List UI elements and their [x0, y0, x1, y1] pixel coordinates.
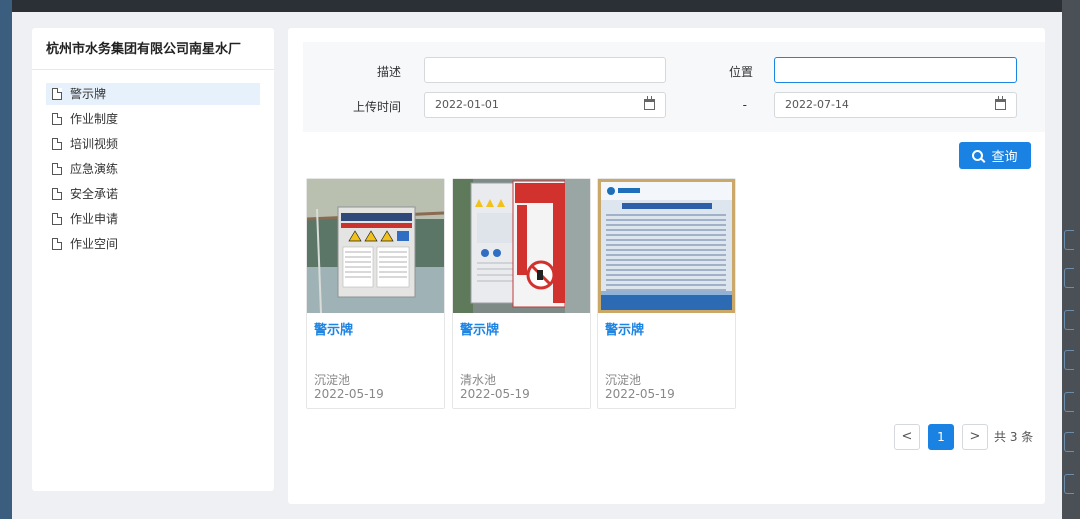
calendar-icon — [995, 96, 1006, 110]
start-date-value: 2022-01-01 — [435, 98, 499, 111]
prev-page-button[interactable]: < — [894, 424, 920, 450]
tree-item-training-videos[interactable]: 培训视频 — [46, 133, 260, 155]
upload-time-label: 上传时间 — [352, 100, 401, 114]
document-icon — [52, 88, 62, 100]
tree-item-label: 安全承诺 — [70, 187, 119, 201]
photo-card[interactable]: 警示牌 沉淀池 2022-05-19 — [306, 178, 445, 409]
background-control — [1064, 230, 1074, 250]
total-count: 共 3 条 — [994, 430, 1034, 444]
sidebar-title: 杭州市水务集团有限公司南星水厂 — [32, 28, 274, 70]
start-date-picker[interactable]: 2022-01-01 — [424, 92, 666, 118]
modal-panel: 杭州市水务集团有限公司南星水厂 警示牌 作业制度 培训视频 应急演练 安全承诺 … — [12, 12, 1062, 519]
end-date-picker[interactable]: 2022-07-14 — [774, 92, 1017, 118]
tree-item-work-rules[interactable]: 作业制度 — [46, 108, 260, 130]
card-title[interactable]: 警示牌 — [605, 319, 644, 338]
document-icon — [52, 213, 62, 225]
background-control — [1064, 474, 1074, 494]
category-sidebar: 杭州市水务集团有限公司南星水厂 警示牌 作业制度 培训视频 应急演练 安全承诺 … — [32, 28, 274, 491]
next-page-button[interactable]: > — [962, 424, 988, 450]
card-location: 清水池 — [460, 373, 497, 387]
query-button-label: 查询 — [991, 150, 1018, 165]
background-control — [1064, 432, 1074, 452]
photo-thumbnail[interactable] — [453, 179, 590, 313]
tree-item-work-space[interactable]: 作业空间 — [46, 233, 260, 255]
card-date: 2022-05-19 — [460, 387, 530, 401]
description-label: 描述 — [376, 65, 401, 79]
tree-item-label: 作业申请 — [70, 212, 119, 226]
tree-item-work-application[interactable]: 作业申请 — [46, 208, 260, 230]
category-tree: 警示牌 作业制度 培训视频 应急演练 安全承诺 作业申请 作业空间 — [32, 70, 274, 255]
filter-panel: 描述 位置 上传时间 2022-01-01 - 2022-07-14 — [303, 42, 1045, 132]
background-control — [1064, 392, 1074, 412]
card-date: 2022-05-19 — [314, 387, 384, 401]
background-right-edge — [1062, 0, 1080, 519]
pagination: < 1 > 共 3 条 — [894, 424, 1034, 450]
confined-space-sign-photo — [453, 179, 590, 313]
card-location: 沉淀池 — [314, 373, 351, 387]
photo-thumbnail[interactable] — [598, 179, 735, 313]
background-left-edge — [0, 0, 12, 519]
photo-thumbnail[interactable] — [307, 179, 444, 313]
tree-item-label: 培训视频 — [70, 137, 119, 151]
location-label: 位置 — [728, 65, 753, 79]
document-icon — [52, 188, 62, 200]
card-title[interactable]: 警示牌 — [460, 319, 499, 338]
tree-item-emergency-drills[interactable]: 应急演练 — [46, 158, 260, 180]
tree-item-label: 作业制度 — [70, 112, 119, 126]
background-control — [1064, 350, 1074, 370]
tree-item-label: 应急演练 — [70, 162, 119, 176]
document-icon — [52, 163, 62, 175]
photo-card[interactable]: 警示牌 清水池 2022-05-19 — [452, 178, 591, 409]
search-icon — [972, 150, 984, 161]
location-input[interactable] — [774, 57, 1017, 83]
document-icon — [52, 113, 62, 125]
photo-card[interactable]: 警示牌 沉淀池 2022-05-19 — [597, 178, 736, 409]
description-input[interactable] — [424, 57, 666, 83]
app-window: 杭州市水务集团有限公司南星水厂 警示牌 作业制度 培训视频 应急演练 安全承诺 … — [0, 0, 1080, 519]
tree-item-label: 作业空间 — [70, 237, 119, 251]
tree-item-safety-commitment[interactable]: 安全承诺 — [46, 183, 260, 205]
document-icon — [52, 138, 62, 150]
warning-sign-photo — [307, 179, 444, 313]
page-button-1[interactable]: 1 — [928, 424, 954, 450]
background-control — [1064, 310, 1074, 330]
card-location: 沉淀池 — [605, 373, 642, 387]
procedure-board-photo — [598, 179, 735, 313]
calendar-icon — [644, 96, 655, 110]
card-date: 2022-05-19 — [605, 387, 675, 401]
tree-item-warning-signs[interactable]: 警示牌 — [46, 83, 260, 105]
card-title[interactable]: 警示牌 — [314, 319, 353, 338]
main-content: 描述 位置 上传时间 2022-01-01 - 2022-07-14 查询 警示… — [288, 28, 1045, 504]
date-range-separator: - — [742, 98, 747, 112]
query-button[interactable]: 查询 — [959, 142, 1031, 169]
end-date-value: 2022-07-14 — [785, 98, 849, 111]
document-icon — [52, 238, 62, 250]
background-control — [1064, 268, 1074, 288]
tree-item-label: 警示牌 — [70, 87, 107, 101]
